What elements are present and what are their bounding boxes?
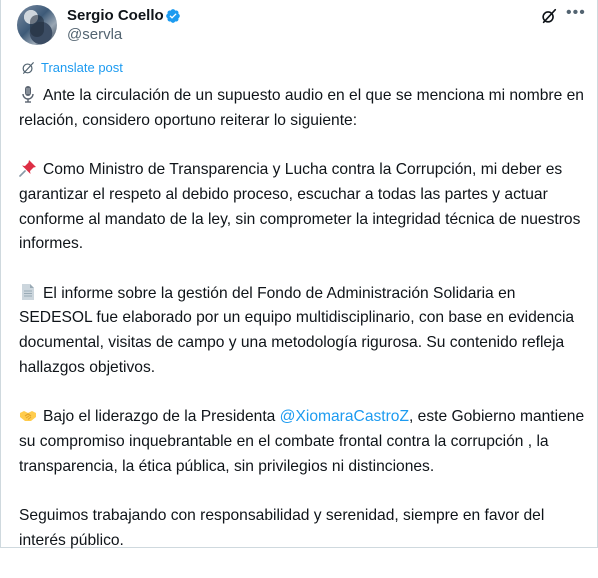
post-card: Sergio Coello @servla ••• Translate post xyxy=(0,0,598,549)
verified-badge-icon xyxy=(166,9,180,23)
more-options-icon[interactable]: ••• xyxy=(566,4,585,22)
post-paragraph: Seguimos trabajando con responsabilidad … xyxy=(19,504,589,553)
post-paragraph: El informe sobre la gestión del Fondo de… xyxy=(19,282,589,381)
handshake-emoji xyxy=(19,406,37,424)
paragraph-4-text-before: Bajo el liderazgo de la Presidenta xyxy=(43,408,280,426)
translate-post-label[interactable]: Translate post xyxy=(41,60,123,75)
author-handle[interactable]: @servla xyxy=(67,25,122,45)
microphone-emoji xyxy=(19,85,37,103)
post-paragraph: Ante la circulación de un supuesto audio… xyxy=(19,84,589,133)
page-facing-up-emoji xyxy=(19,283,37,301)
post-text: Ante la circulación de un supuesto audio… xyxy=(19,84,589,578)
translate-icon xyxy=(22,61,34,74)
translate-post-link[interactable]: Translate post xyxy=(21,60,123,75)
pushpin-emoji xyxy=(19,159,37,177)
paragraph-3-text: El informe sobre la gestión del Fondo de… xyxy=(19,284,575,376)
paragraph-2-text: Como Ministro de Transparencia y Lucha c… xyxy=(19,161,581,253)
mention-link[interactable]: @XiomaraCastroZ xyxy=(280,408,409,425)
author-name[interactable]: Sergio Coello xyxy=(67,6,164,26)
grok-icon[interactable] xyxy=(540,7,558,25)
paragraph-5-text: Seguimos trabajando con responsabilidad … xyxy=(19,506,545,549)
post-paragraph: Bajo el liderazgo de la Presidenta @Xiom… xyxy=(19,405,589,479)
post-paragraph: Como Ministro de Transparencia y Lucha c… xyxy=(19,158,589,257)
paragraph-1-text: Ante la circulación de un supuesto audio… xyxy=(19,87,584,129)
avatar[interactable] xyxy=(17,5,57,45)
